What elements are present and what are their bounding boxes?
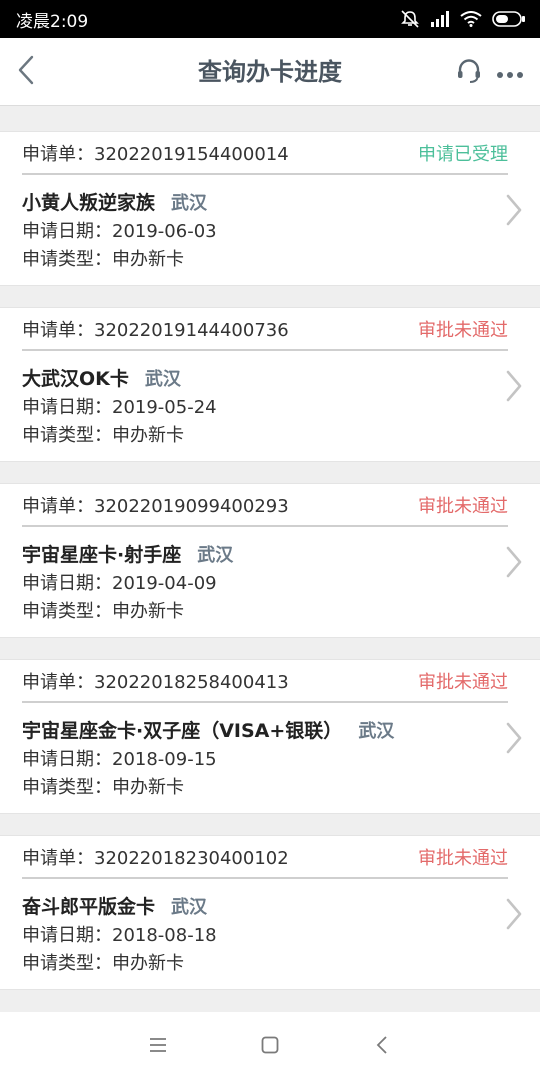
back-icon xyxy=(376,1036,388,1058)
application-number: 申请单：32022019099400293 xyxy=(22,495,289,517)
application-type: 申请类型：申办新卡 xyxy=(22,777,184,798)
chevron-right-icon xyxy=(504,192,524,228)
menu-icon xyxy=(149,1037,167,1057)
application-type: 申请类型：申办新卡 xyxy=(22,425,184,446)
application-status: 审批未通过 xyxy=(418,671,508,693)
back-icon xyxy=(17,55,35,89)
application-date: 申请日期：2019-04-09 xyxy=(22,573,217,594)
system-nav-bar xyxy=(0,1012,540,1080)
application-type: 申请类型：申办新卡 xyxy=(22,249,184,270)
chevron-right-icon xyxy=(504,720,524,756)
system-back-button[interactable] xyxy=(368,1034,396,1060)
application-type: 申请类型：申办新卡 xyxy=(22,601,184,622)
status-icons xyxy=(400,10,526,28)
more-icon xyxy=(496,64,524,83)
nav-bar: 查询办卡进度 xyxy=(0,38,540,106)
status-time: 凌晨2:09 xyxy=(16,11,89,32)
application-number: 申请单：32022019144400736 xyxy=(22,319,289,341)
card-name: 奋斗郎平版金卡 xyxy=(22,896,156,918)
system-menu-button[interactable] xyxy=(144,1034,172,1060)
application-number: 申请单：32022018230400102 xyxy=(22,847,289,869)
system-home-button[interactable] xyxy=(256,1034,284,1060)
application-type: 申请类型：申办新卡 xyxy=(22,953,184,974)
application-card[interactable]: 申请单：32022019144400736 审批未通过 大武汉OK卡 武汉 申请… xyxy=(0,307,540,462)
chevron-right-icon xyxy=(504,368,524,404)
card-city: 武汉 xyxy=(171,897,208,918)
card-name: 宇宙星座卡·射手座 xyxy=(22,544,182,566)
chevron-right-icon xyxy=(504,544,524,580)
customer-service-button[interactable] xyxy=(452,56,486,90)
customer-service-icon xyxy=(455,57,483,89)
mute-icon xyxy=(400,10,420,28)
signal-icon xyxy=(430,11,450,27)
application-list: 申请单：32022019154400014 申请已受理 小黄人叛逆家族 武汉 申… xyxy=(0,131,540,1011)
application-number: 申请单：32022018258400413 xyxy=(22,671,289,693)
card-header: 申请单：32022019099400293 审批未通过 xyxy=(22,484,508,527)
application-date: 申请日期：2019-06-03 xyxy=(22,221,217,242)
back-button[interactable] xyxy=(6,52,46,92)
card-body: 大武汉OK卡 武汉 申请日期：2019-05-24 申请类型：申办新卡 xyxy=(22,364,480,450)
chevron-right-icon xyxy=(504,896,524,932)
card-header: 申请单：32022018230400102 审批未通过 xyxy=(22,836,508,879)
application-card[interactable]: 申请单：32022018230400102 审批未通过 奋斗郎平版金卡 武汉 申… xyxy=(0,835,540,990)
application-status: 申请已受理 xyxy=(418,143,508,165)
card-city: 武汉 xyxy=(171,193,208,214)
application-number: 申请单：32022019154400014 xyxy=(22,143,289,165)
card-name: 宇宙星座金卡·双子座（VISA+银联） xyxy=(22,720,343,742)
application-status: 审批未通过 xyxy=(418,847,508,869)
card-name: 小黄人叛逆家族 xyxy=(22,192,156,214)
card-header: 申请单：32022019154400014 申请已受理 xyxy=(22,132,508,175)
card-body: 奋斗郎平版金卡 武汉 申请日期：2018-08-18 申请类型：申办新卡 xyxy=(22,892,480,978)
application-card[interactable]: 申请单：32022019154400014 申请已受理 小黄人叛逆家族 武汉 申… xyxy=(0,131,540,286)
card-city: 武汉 xyxy=(358,721,395,742)
card-name: 大武汉OK卡 xyxy=(22,368,129,390)
card-header: 申请单：32022019144400736 审批未通过 xyxy=(22,308,508,351)
more-button[interactable] xyxy=(492,56,528,90)
application-date: 申请日期：2018-09-15 xyxy=(22,749,217,770)
home-icon xyxy=(261,1036,279,1058)
application-status: 审批未通过 xyxy=(418,319,508,341)
wifi-icon xyxy=(460,11,482,27)
application-card[interactable]: 申请单：32022019099400293 审批未通过 宇宙星座卡·射手座 武汉… xyxy=(0,483,540,638)
status-bar: 凌晨2:09 xyxy=(0,0,540,38)
card-header: 申请单：32022018258400413 审批未通过 xyxy=(22,660,508,703)
card-city: 武汉 xyxy=(197,545,234,566)
battery-icon xyxy=(492,11,526,27)
card-body: 小黄人叛逆家族 武汉 申请日期：2019-06-03 申请类型：申办新卡 xyxy=(22,188,480,274)
application-date: 申请日期：2019-05-24 xyxy=(22,397,217,418)
card-body: 宇宙星座金卡·双子座（VISA+银联） 武汉 申请日期：2018-09-15 申… xyxy=(22,716,480,802)
card-city: 武汉 xyxy=(144,369,181,390)
application-status: 审批未通过 xyxy=(418,495,508,517)
application-card[interactable]: 申请单：32022018258400413 审批未通过 宇宙星座金卡·双子座（V… xyxy=(0,659,540,814)
application-date: 申请日期：2018-08-18 xyxy=(22,925,217,946)
card-body: 宇宙星座卡·射手座 武汉 申请日期：2019-04-09 申请类型：申办新卡 xyxy=(22,540,480,626)
